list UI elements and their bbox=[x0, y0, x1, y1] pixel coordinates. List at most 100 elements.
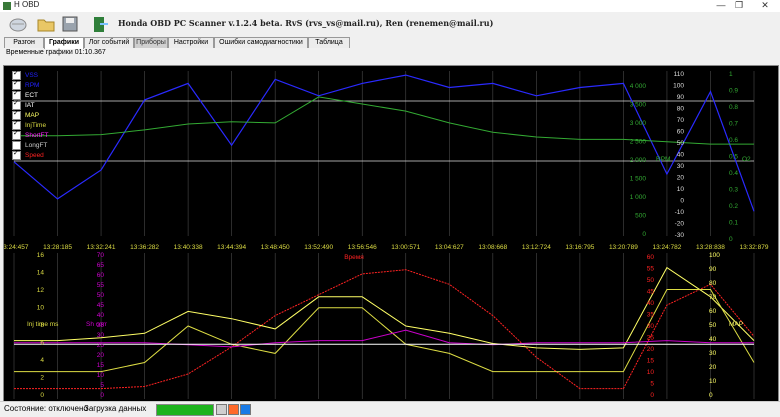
open-icon[interactable] bbox=[36, 14, 56, 34]
rpm-tick-label: 0 bbox=[642, 231, 646, 238]
map-tick-label: 50 bbox=[709, 322, 717, 329]
map-series-line bbox=[14, 266, 755, 350]
rpm-tick-label: 3 500 bbox=[630, 102, 647, 109]
legend-label: ECT bbox=[25, 91, 38, 99]
legend-label: LongFT bbox=[25, 141, 48, 149]
legend-label: Speed bbox=[25, 151, 44, 159]
map-axis-label: MAP bbox=[729, 321, 743, 328]
rpm-tick-label: 2 000 bbox=[630, 157, 647, 164]
tab-event-log[interactable]: Лог событий bbox=[84, 37, 134, 48]
ect-tick-label: -10 bbox=[675, 209, 685, 216]
legend-item[interactable]: Speed bbox=[12, 149, 48, 160]
speed-tick-label: 35 bbox=[647, 312, 655, 319]
map-tick-label: 0 bbox=[709, 392, 713, 399]
pause-button[interactable] bbox=[216, 404, 227, 415]
injtime-tick-label: 4 bbox=[40, 357, 44, 364]
status-bar: Состояние: отключено Загрузка данных bbox=[0, 401, 780, 417]
shortft-tick-label: 40 bbox=[97, 312, 105, 319]
tab-settings[interactable]: Настройки bbox=[168, 37, 214, 48]
shortft-axis-label: Sh corr bbox=[86, 321, 108, 328]
map-tick-label: 20 bbox=[709, 364, 717, 371]
speed-tick-label: 20 bbox=[647, 346, 655, 353]
o2-tick-label: 0.8 bbox=[729, 104, 738, 111]
tab-razgon[interactable]: Разгон bbox=[4, 37, 44, 48]
shortft-tick-label: 45 bbox=[97, 302, 105, 309]
o2-tick-label: 0 bbox=[729, 236, 733, 243]
connect-icon[interactable] bbox=[8, 14, 28, 34]
minimize-button[interactable]: — bbox=[712, 0, 730, 10]
time-tick-label: 13:00:571 bbox=[391, 244, 420, 251]
legend-label: IAT bbox=[25, 101, 35, 109]
ect-tick-label: 10 bbox=[677, 186, 685, 193]
map-tick-label: 30 bbox=[709, 350, 717, 357]
shortft-tick-label: 50 bbox=[97, 292, 105, 299]
time-tick-label: 13:28:185 bbox=[43, 244, 72, 251]
speed-series-line bbox=[14, 269, 755, 390]
close-button[interactable]: ✕ bbox=[756, 0, 774, 11]
legend-label: RPM bbox=[25, 81, 40, 89]
legend-label: InjTime bbox=[25, 121, 47, 129]
time-tick-label: 13:08:668 bbox=[478, 244, 507, 251]
speed-tick-label: 50 bbox=[647, 277, 655, 284]
rpm-tick-label: 1 000 bbox=[630, 194, 647, 201]
maximize-button[interactable]: ❐ bbox=[730, 0, 748, 11]
record-button[interactable] bbox=[228, 404, 239, 415]
window-titlebar: H OBD — ❐ ✕ bbox=[0, 0, 780, 12]
save-icon[interactable] bbox=[60, 14, 80, 34]
time-tick-label: 13:40:338 bbox=[174, 244, 203, 251]
o2-tick-label: 0.9 bbox=[729, 88, 738, 95]
time-tick-label: 13:24:782 bbox=[652, 244, 681, 251]
rpm-tick-label: 500 bbox=[635, 213, 646, 220]
shortft-tick-label: 15 bbox=[97, 362, 105, 369]
injtime-series-line bbox=[14, 289, 755, 373]
shortft-tick-label: 20 bbox=[97, 352, 105, 359]
time-tick-label: 13:32:879 bbox=[740, 244, 769, 251]
o2-tick-label: 0.7 bbox=[729, 121, 738, 128]
ect-tick-label: 100 bbox=[673, 83, 684, 90]
speed-tick-label: 55 bbox=[647, 266, 655, 273]
tab-table[interactable]: Таблица bbox=[308, 37, 350, 48]
app-title: Honda OBD PC Scanner v.1.2.4 beta. RvS (… bbox=[118, 18, 494, 28]
time-tick-label: 13:04:627 bbox=[435, 244, 464, 251]
speed-tick-label: 0 bbox=[650, 392, 654, 399]
map-tick-label: 60 bbox=[709, 308, 717, 315]
injtime-tick-label: 12 bbox=[37, 287, 45, 294]
time-tick-label: 13:36:282 bbox=[130, 244, 159, 251]
tab-diagnostic-errors[interactable]: Ошибки самодиагностики bbox=[214, 37, 308, 48]
tab-graphs[interactable]: Графики bbox=[44, 37, 84, 49]
shortft-tick-label: 0 bbox=[100, 392, 104, 399]
exit-icon[interactable] bbox=[90, 14, 110, 34]
rpm-tick-label: 4 000 bbox=[630, 83, 647, 90]
legend-item[interactable]: ShortFT bbox=[12, 129, 49, 140]
map-tick-label: 70 bbox=[709, 294, 717, 301]
tab-gauges[interactable]: Приборы bbox=[134, 37, 168, 48]
speed-tick-label: 15 bbox=[647, 358, 655, 365]
time-tick-label: 13:20:789 bbox=[609, 244, 638, 251]
o2-tick-label: 0.6 bbox=[729, 137, 738, 144]
o2-tick-label: 0.3 bbox=[729, 187, 738, 194]
shortft-tick-label: 10 bbox=[97, 372, 105, 379]
time-tick-label: 13:52:490 bbox=[304, 244, 333, 251]
time-tick-label: 13:56:546 bbox=[348, 244, 377, 251]
legend-checkbox[interactable] bbox=[12, 129, 21, 140]
rpm-tick-label: 3 000 bbox=[630, 120, 647, 127]
time-tick-label: 13:28:838 bbox=[696, 244, 725, 251]
window-title: H OBD bbox=[14, 0, 40, 9]
shortft-tick-label: 70 bbox=[97, 252, 105, 259]
stop-button[interactable] bbox=[240, 404, 251, 415]
legend-checkbox[interactable] bbox=[12, 149, 21, 160]
graphs-svg[interactable]: 13:24:457 13:28:185 13:32:241 13:36:282 13:4… bbox=[4, 66, 778, 401]
speed-tick-label: 60 bbox=[647, 254, 655, 261]
speed-tick-label: 25 bbox=[647, 335, 655, 342]
time-tick-label: 13:16:795 bbox=[565, 244, 594, 251]
o2-tick-label: 0.5 bbox=[729, 154, 738, 161]
map-tick-label: 90 bbox=[709, 266, 717, 273]
speed-tick-label: 45 bbox=[647, 289, 655, 296]
ect-tick-label: 50 bbox=[677, 140, 685, 147]
o2-tick-label: 1 bbox=[729, 71, 733, 78]
shortft-tick-label: 65 bbox=[97, 262, 105, 269]
legend-label: ShortFT bbox=[25, 131, 49, 139]
loading-label: Загрузка данных bbox=[84, 404, 147, 413]
loading-progress bbox=[156, 404, 214, 416]
rpm-tick-label: 2 500 bbox=[630, 139, 647, 146]
